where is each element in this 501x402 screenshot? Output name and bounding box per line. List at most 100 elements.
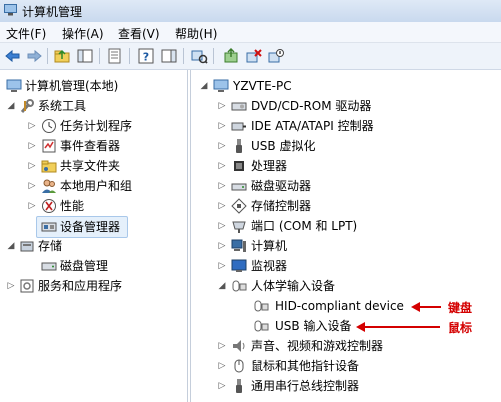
menu-help[interactable]: 帮助(H) xyxy=(175,25,217,42)
menu-bar: 文件(F) 操作(A) 查看(V) 帮助(H) xyxy=(0,22,501,43)
collapsed-arrow-icon[interactable]: ▷ xyxy=(217,236,227,256)
collapsed-arrow-icon[interactable]: ▷ xyxy=(27,116,37,136)
collapsed-arrow-icon[interactable]: ▷ xyxy=(217,376,227,396)
dvd-drive-icon xyxy=(231,98,247,114)
device-category[interactable]: ▷ 处理器 xyxy=(191,156,491,176)
hid-icon xyxy=(231,278,247,294)
menu-action[interactable]: 操作(A) xyxy=(62,25,104,42)
device-category[interactable]: ▷ IDE ATA/ATAPI 控制器 xyxy=(191,116,491,136)
back-icon[interactable] xyxy=(4,47,22,65)
collapsed-arrow-icon[interactable]: ▷ xyxy=(217,136,227,156)
device-category[interactable]: ▷ 通用串行总线控制器 xyxy=(191,376,491,396)
usb-controller-icon xyxy=(231,378,247,394)
device-category[interactable]: ▷ 声音、视频和游戏控制器 xyxy=(191,336,491,356)
console-tree: 计算机管理(本地) ◢ 系统工具 ▷ 任务计划程序 ▷ 事件查看器 ▷ 共享文件… xyxy=(0,70,188,402)
device-category[interactable]: ▷ DVD/CD-ROM 驱动器 xyxy=(191,96,491,116)
device-category-hid[interactable]: ◢ 人体学输入设备 xyxy=(191,276,491,296)
hid-device-item[interactable]: HID-compliant device xyxy=(191,296,491,316)
disable-device-icon[interactable] xyxy=(267,47,285,65)
collapsed-arrow-icon[interactable]: ▷ xyxy=(217,216,227,236)
hid-device-item[interactable]: USB 输入设备 xyxy=(191,316,491,336)
tree-item-event-viewer[interactable]: ▷ 事件查看器 xyxy=(0,136,187,156)
collapsed-arrow-icon[interactable]: ▷ xyxy=(27,136,37,156)
annotation-keyboard: 键盘 xyxy=(448,301,473,315)
collapsed-arrow-icon[interactable]: ▷ xyxy=(6,276,16,296)
performance-icon xyxy=(41,198,57,214)
computer-icon xyxy=(231,238,247,254)
collapsed-arrow-icon[interactable]: ▷ xyxy=(27,156,37,176)
collapsed-arrow-icon[interactable]: ▷ xyxy=(217,156,227,176)
clock-icon xyxy=(41,118,57,134)
collapsed-arrow-icon[interactable]: ▷ xyxy=(217,356,227,376)
collapsed-arrow-icon[interactable]: ▷ xyxy=(217,116,227,136)
tree-item-shared-folders[interactable]: ▷ 共享文件夹 xyxy=(0,156,187,176)
console-tree-icon[interactable] xyxy=(76,47,94,65)
tree-item-device-manager[interactable]: 设备管理器 xyxy=(36,216,128,238)
expanded-arrow-icon[interactable]: ◢ xyxy=(6,96,16,116)
device-category[interactable]: ▷ 端口 (COM 和 LPT) xyxy=(191,216,491,236)
update-driver-icon[interactable] xyxy=(222,47,240,65)
collapsed-arrow-icon[interactable]: ▷ xyxy=(217,96,227,116)
collapsed-arrow-icon[interactable]: ▷ xyxy=(217,256,227,276)
disk-management-icon xyxy=(41,258,57,274)
tree-item-system-tools[interactable]: ◢ 系统工具 xyxy=(0,96,187,116)
collapsed-arrow-icon[interactable]: ▷ xyxy=(27,176,37,196)
tree-item-services[interactable]: ▷ 服务和应用程序 xyxy=(0,276,187,296)
collapsed-arrow-icon[interactable]: ▷ xyxy=(27,196,37,216)
collapsed-arrow-icon[interactable]: ▷ xyxy=(217,196,227,216)
monitor-icon xyxy=(231,258,247,274)
export-list-icon[interactable] xyxy=(106,47,124,65)
device-tree: ◢ YZVTE-PC ▷ DVD/CD-ROM 驱动器 ▷ IDE ATA/AT… xyxy=(190,70,501,402)
device-tree-root[interactable]: ◢ YZVTE-PC xyxy=(191,76,491,96)
tree-item-task-scheduler[interactable]: ▷ 任务计划程序 xyxy=(0,116,187,136)
svg-text:?: ? xyxy=(143,51,149,64)
device-category[interactable]: ▷ 存储控制器 xyxy=(191,196,491,216)
expanded-arrow-icon[interactable]: ◢ xyxy=(217,276,227,296)
help-icon[interactable]: ? xyxy=(137,47,155,65)
hid-device-icon xyxy=(253,318,269,334)
device-manager-icon xyxy=(41,219,57,235)
services-icon xyxy=(19,278,35,294)
show-hide-icon[interactable] xyxy=(160,47,178,65)
tree-item-storage[interactable]: ◢ 存储 xyxy=(0,236,187,256)
disk-drive-icon xyxy=(231,178,247,194)
computer-management-icon xyxy=(6,78,22,94)
uninstall-icon[interactable] xyxy=(245,47,263,65)
usb-icon xyxy=(231,138,247,154)
hid-device-icon xyxy=(253,298,269,314)
device-category[interactable]: ▷ 鼠标和其他指针设备 xyxy=(191,356,491,376)
toolbar: ? xyxy=(0,43,501,70)
ide-controller-icon xyxy=(231,118,247,134)
storage-controller-icon xyxy=(231,198,247,214)
device-category[interactable]: ▷ 磁盘驱动器 xyxy=(191,176,491,196)
device-category[interactable]: ▷ 监视器 xyxy=(191,256,491,276)
computer-management-icon xyxy=(4,4,17,16)
sound-icon xyxy=(231,338,247,354)
menu-file[interactable]: 文件(F) xyxy=(6,25,46,42)
forward-icon[interactable] xyxy=(25,47,43,65)
annotation-mouse: 鼠标 xyxy=(448,321,473,335)
tools-icon xyxy=(19,98,35,114)
tree-item-performance[interactable]: ▷ 性能 xyxy=(0,196,187,216)
menu-view[interactable]: 查看(V) xyxy=(118,25,160,42)
tree-item-disk-management[interactable]: 磁盘管理 xyxy=(0,256,187,276)
mouse-icon xyxy=(231,358,247,374)
title-bar: 计算机管理 xyxy=(0,0,501,23)
collapsed-arrow-icon[interactable]: ▷ xyxy=(217,336,227,356)
processor-icon xyxy=(231,158,247,174)
collapsed-arrow-icon[interactable]: ▷ xyxy=(217,176,227,196)
scan-hardware-icon[interactable] xyxy=(190,47,208,65)
expanded-arrow-icon[interactable]: ◢ xyxy=(199,76,209,96)
tree-item-root[interactable]: 计算机管理(本地) xyxy=(0,76,187,96)
tree-item-local-users[interactable]: ▷ 本地用户和组 xyxy=(0,176,187,196)
folder-up-icon[interactable] xyxy=(53,47,71,65)
shared-folder-icon xyxy=(41,158,57,174)
event-viewer-icon xyxy=(41,138,57,154)
device-category[interactable]: ▷ 计算机 xyxy=(191,236,491,256)
storage-icon xyxy=(19,238,35,254)
expanded-arrow-icon[interactable]: ◢ xyxy=(6,236,16,256)
users-icon xyxy=(41,178,57,194)
computer-icon xyxy=(213,78,229,94)
device-category[interactable]: ▷ USB 虚拟化 xyxy=(191,136,491,156)
window-title: 计算机管理 xyxy=(22,5,83,19)
